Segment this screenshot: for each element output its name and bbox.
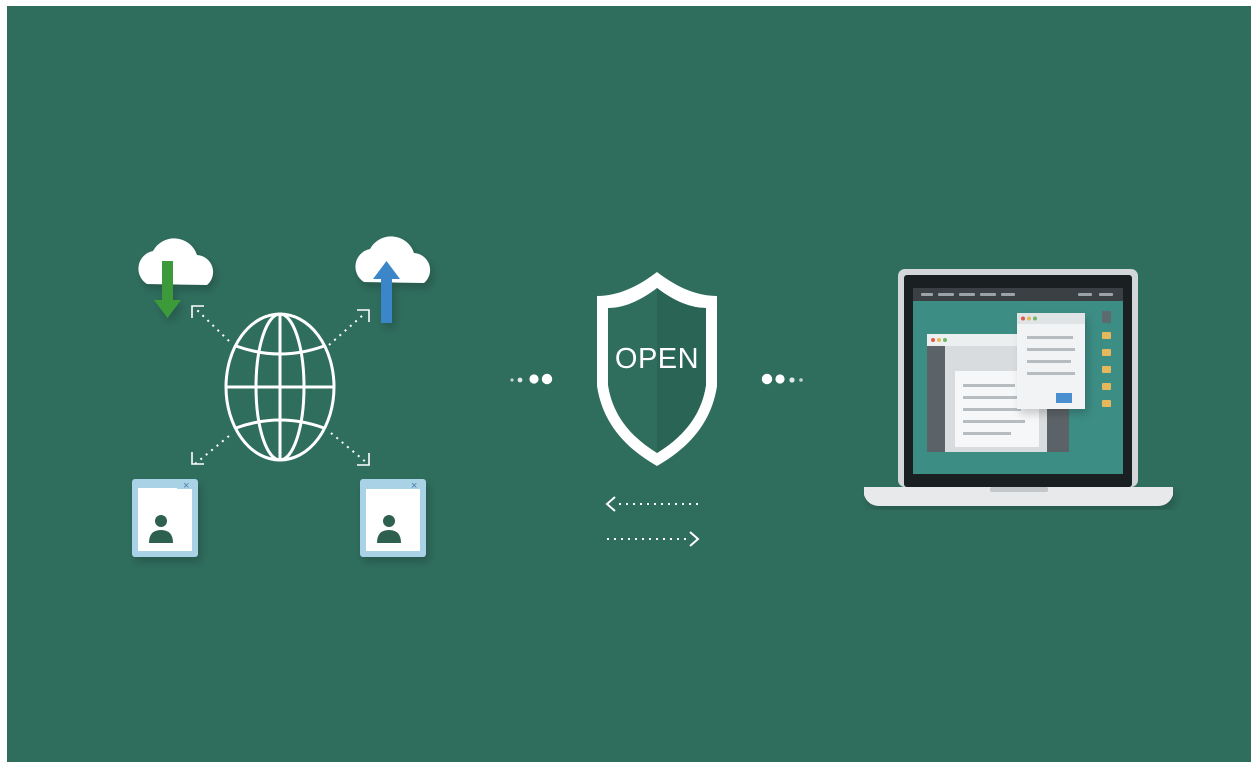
shield-icon: OPEN [597,272,717,466]
connector-dots-right [761,373,803,385]
user-profile-window-icon: × [132,479,198,557]
bidirectional-arrows [605,496,700,547]
svg-text:×: × [183,480,189,492]
laptop-icon [864,269,1173,506]
user-profile-window-icon: × [360,479,426,557]
connector-dots-left [510,373,553,385]
illustration-canvas: × × OPEN [132,236,1173,557]
globe-icon [224,312,336,462]
illustration-scene: × × OPEN [7,6,1251,762]
shield-label: OPEN [615,343,699,375]
svg-text:×: × [411,480,417,492]
